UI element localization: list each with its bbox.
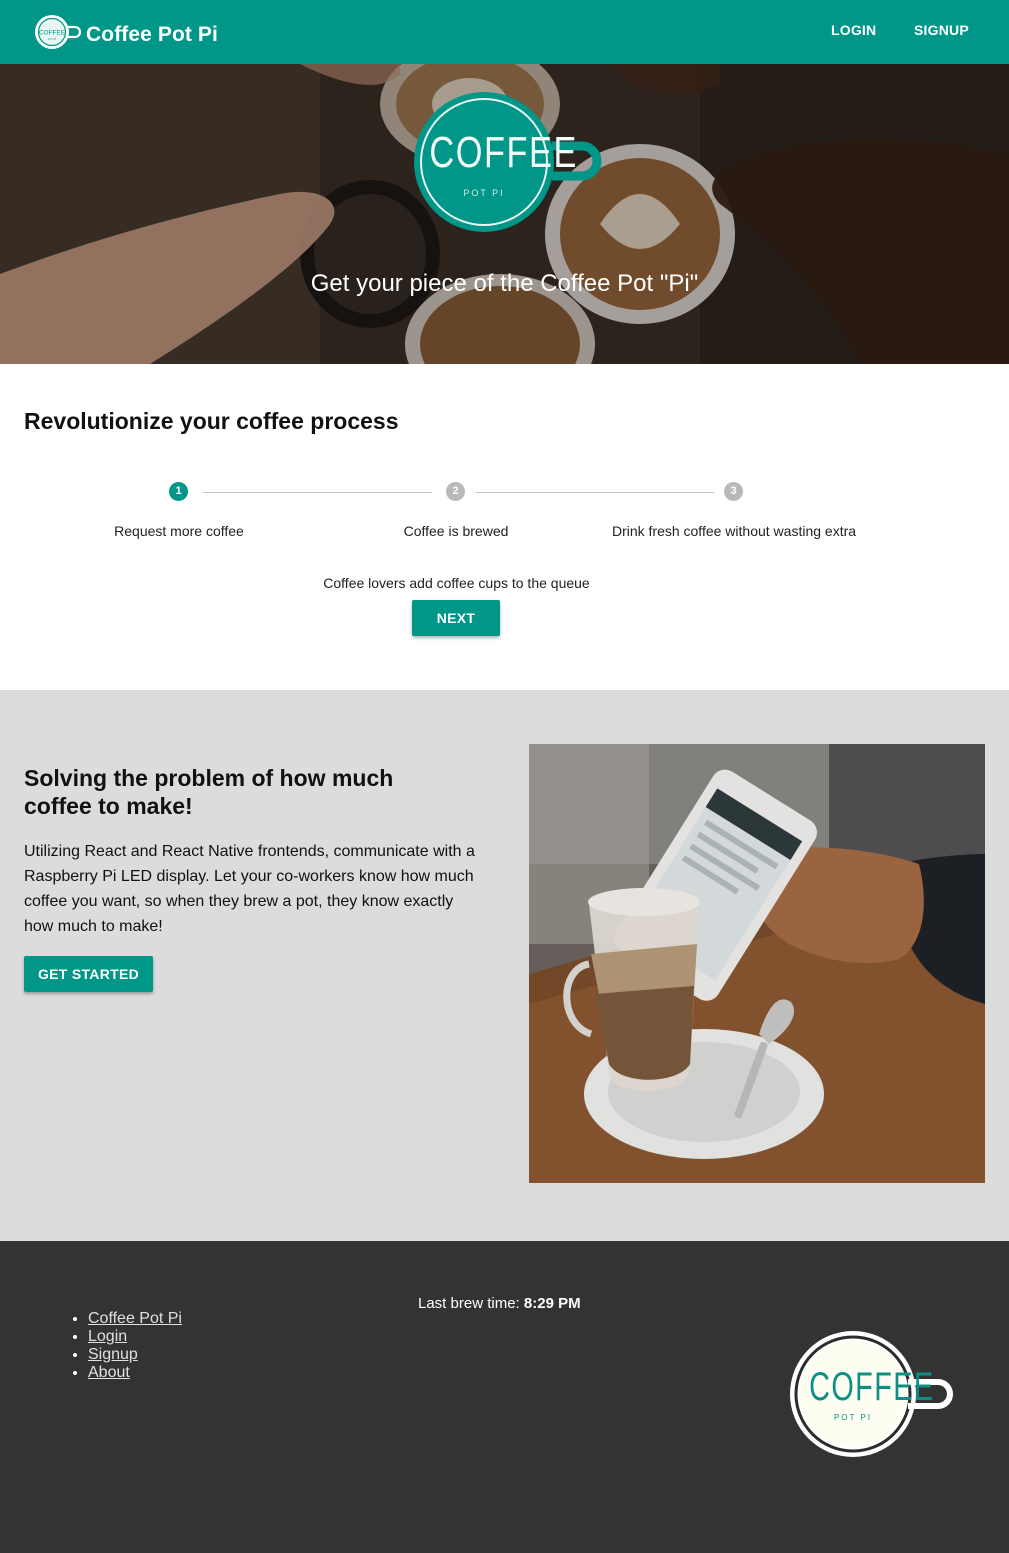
step-3-indicator[interactable]: 3	[724, 482, 743, 501]
next-button[interactable]: NEXT	[412, 600, 500, 636]
svg-text:COFFEE: COFFEE	[39, 30, 66, 37]
coffee-cup-logo-icon: COFFEE POT PI	[32, 11, 82, 58]
brand-title: Coffee Pot Pi	[86, 22, 218, 46]
footer-coffee-logo: COFFEE POT PI	[788, 1329, 953, 1466]
footer-nav-item: Signup	[88, 1346, 182, 1364]
info-section: Solving the problem of how much coffee t…	[0, 690, 1009, 1241]
step-2-label: Coffee is brewed	[403, 523, 509, 539]
hero-logo-word: COFFEE	[429, 128, 578, 177]
brand-home-link[interactable]: COFFEE POT PI Coffee Pot Pi	[32, 11, 218, 58]
last-brew-label: Last brew time:	[418, 1295, 520, 1312]
hero-tagline: Get your piece of the Coffee Pot "Pi"	[310, 270, 699, 297]
footer-nav-item: Login	[88, 1328, 182, 1346]
footer-link-about[interactable]: About	[88, 1364, 130, 1381]
hero-banner: COFFEE POT PI Get your piece of the Coff…	[0, 64, 1009, 364]
footer-nav-item: Coffee Pot Pi	[88, 1310, 182, 1328]
nav-login-button[interactable]: LOGIN	[831, 22, 876, 38]
footer-nav: Coffee Pot Pi Login Signup About	[88, 1310, 182, 1382]
process-section: Revolutionize your coffee process 1 2 3 …	[0, 364, 1009, 690]
footer-nav-item: About	[88, 1364, 182, 1382]
app-bar: COFFEE POT PI Coffee Pot Pi LOGIN SIGNUP	[0, 0, 1009, 64]
nav-signup-button[interactable]: SIGNUP	[914, 22, 969, 38]
footer: Coffee Pot Pi Login Signup About Last br…	[0, 1241, 1009, 1553]
step-connector	[476, 492, 714, 493]
process-title: Revolutionize your coffee process	[24, 408, 399, 434]
step-1-indicator[interactable]: 1	[169, 482, 188, 501]
hero-coffee-cups-photo	[0, 64, 1009, 364]
footer-logo-sub: POT PI	[833, 1413, 873, 1422]
last-brew-time: Last brew time: 8:29 PM	[418, 1295, 581, 1312]
step-connector	[203, 492, 432, 493]
step-1-label: Request more coffee	[114, 523, 244, 539]
footer-link-login[interactable]: Login	[88, 1328, 127, 1345]
step-3-label: Drink fresh coffee without wasting extra	[611, 523, 857, 539]
phone-and-latte-photo	[529, 744, 985, 1183]
hero-logo-sub: POT PI	[463, 188, 505, 198]
last-brew-value: 8:29 PM	[523, 1295, 581, 1312]
info-title: Solving the problem of how much coffee t…	[24, 765, 394, 819]
footer-link-home[interactable]: Coffee Pot Pi	[88, 1310, 182, 1327]
footer-link-signup[interactable]: Signup	[88, 1346, 138, 1363]
step-2-indicator[interactable]: 2	[446, 482, 465, 501]
info-body: Utilizing React and React Native fronten…	[24, 843, 475, 935]
footer-logo-word: COFFEE	[809, 1365, 935, 1409]
svg-text:POT PI: POT PI	[48, 37, 57, 41]
step-description: Coffee lovers add coffee cups to the que…	[323, 575, 590, 591]
get-started-button[interactable]: GET STARTED	[24, 956, 153, 992]
